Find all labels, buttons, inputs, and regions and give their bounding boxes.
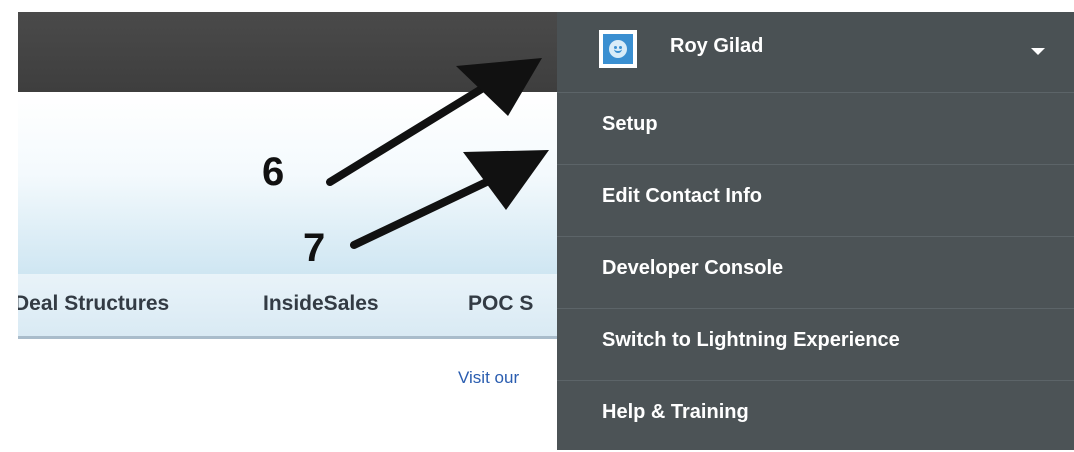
menu-item-label: Edit Contact Info (602, 185, 762, 207)
arrow-6-shaft (326, 81, 492, 186)
menu-item-developer-console[interactable]: Developer Console (557, 236, 1074, 308)
menu-item-label: Switch to Lightning Experience (602, 329, 900, 351)
menu-item-label: Setup (602, 113, 658, 135)
annotation-label-6: 6 (262, 150, 285, 194)
menu-item-switch-lightning[interactable]: Switch to Lightning Experience (557, 308, 1074, 380)
menu-item-edit-contact-info[interactable]: Edit Contact Info (557, 164, 1074, 236)
user-name: Roy Gilad (670, 35, 764, 57)
user-menu-header[interactable]: Roy Gilad (557, 12, 1074, 92)
arrow-7-shaft (350, 174, 499, 249)
menu-item-help-training[interactable]: Help & Training (557, 380, 1074, 452)
menu-item-label: Help & Training (602, 401, 749, 423)
arrow-7-head (463, 150, 549, 210)
menu-item-setup[interactable]: Setup (557, 92, 1074, 164)
caret-down-icon[interactable] (1031, 48, 1045, 55)
annotation-label-7: 7 (303, 226, 326, 270)
user-avatar-icon (599, 30, 637, 68)
user-menu: Roy Gilad Setup Edit Contact Info Develo… (557, 12, 1074, 450)
menu-item-label: Developer Console (602, 257, 784, 279)
arrow-6-head (456, 58, 542, 116)
